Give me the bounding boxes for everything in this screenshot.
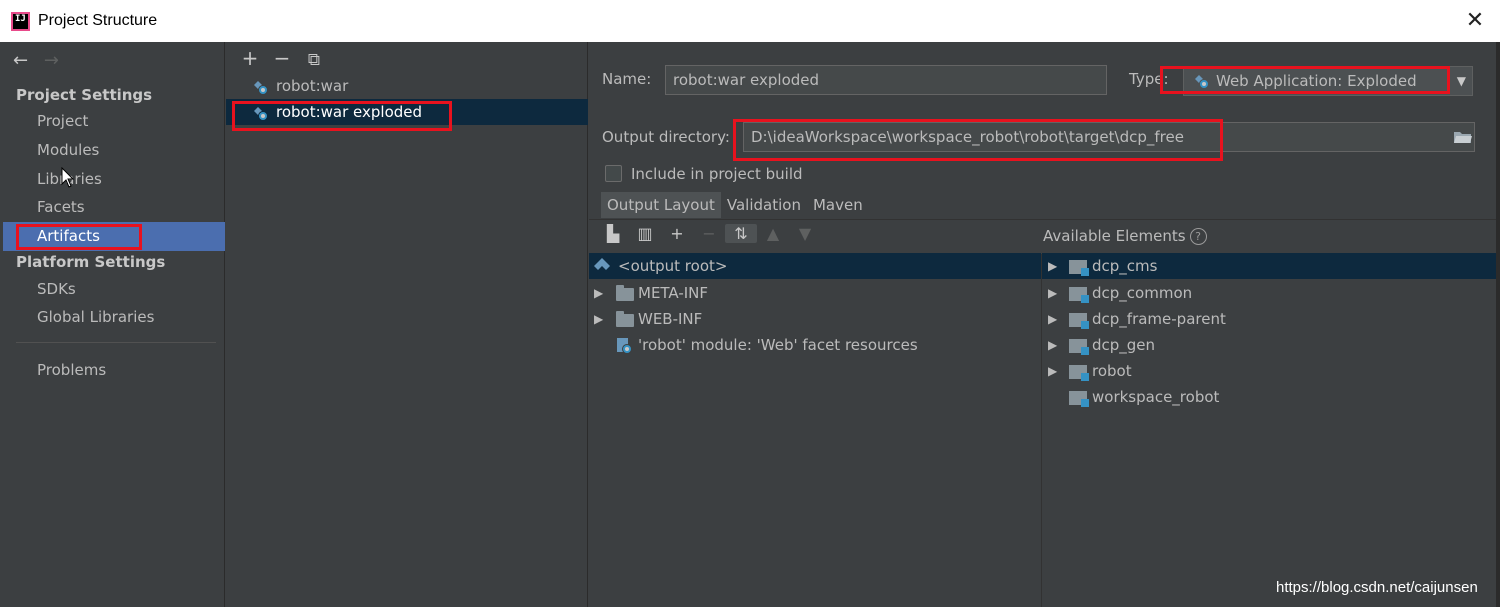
artifact-item-robot-war[interactable]: robot:war [226,73,588,99]
include-in-build-label: Include in project build [631,165,803,183]
expand-arrow-icon[interactable]: ▶ [1048,358,1060,384]
artifact-type-dropdown[interactable]: Web Application: Exploded ▼ [1183,66,1473,96]
artifact-name-field[interactable]: robot:war exploded [665,65,1107,95]
window-edge [1496,42,1500,607]
output-directory-label: Output directory: [602,128,730,146]
name-label: Name: [602,70,652,88]
forward-arrow-icon: → [43,50,59,71]
move-up-icon: ▲ [766,224,780,243]
expand-arrow-icon[interactable]: ▶ [594,280,606,306]
tab-validation[interactable]: Validation [721,192,807,218]
tab-maven[interactable]: Maven [807,192,869,218]
tree-label: robot [1092,362,1132,380]
tree-label: 'robot' module: 'Web' facet resources [638,336,918,354]
nav-item-modules[interactable]: Modules [3,136,225,165]
folder-icon [616,285,634,301]
artifact-label: robot:war [276,77,349,95]
tree-label: <output root> [618,257,728,275]
close-button[interactable]: ✕ [1462,6,1488,36]
tree-label: workspace_robot [1092,388,1220,406]
move-down-icon: ▼ [798,224,812,243]
tree-label: WEB-INF [638,310,703,328]
available-row-dcp-cms[interactable]: ▶ dcp_cms [1042,253,1496,279]
nav-item-libraries[interactable]: Libraries [3,165,225,194]
copy-artifact-button[interactable]: ⧉ [298,50,330,70]
web-artifact-icon [254,107,268,121]
nav-item-project[interactable]: Project [3,107,225,136]
intellij-app-icon: IJ [11,12,30,31]
module-folder-icon [1069,365,1089,381]
expand-arrow-icon[interactable]: ▶ [1048,280,1060,306]
nav-item-global-libraries[interactable]: Global Libraries [3,303,225,332]
layout-row-web-facet[interactable]: 'robot' module: 'Web' facet resources [589,332,1041,358]
expand-arrow-icon[interactable]: ▶ [1048,253,1060,279]
nav-divider [16,342,216,343]
module-folder-icon [1069,339,1089,355]
available-row-dcp-gen[interactable]: ▶ dcp_gen [1042,332,1496,358]
module-folder-icon [1069,391,1089,407]
tree-label: dcp_cms [1092,257,1158,275]
add-artifact-button[interactable]: + [234,46,266,70]
output-directory-field[interactable]: D:\ideaWorkspace\workspace_robot\robot\t… [743,122,1475,152]
nav-item-sdks[interactable]: SDKs [3,275,225,304]
mouse-cursor-icon [61,167,75,188]
tree-label: dcp_common [1092,284,1193,302]
nav-item-problems[interactable]: Problems [3,356,225,385]
output-layout-toolbar: ▙ ▥ + − ⇅ ▲ ▼ [597,224,821,252]
artifacts-toolbar: + − ⧉ [234,46,330,70]
chevron-down-icon: ▼ [1456,74,1466,88]
available-row-workspace-robot[interactable]: workspace_robot [1042,384,1496,410]
web-artifact-icon [1195,75,1209,89]
available-row-dcp-common[interactable]: ▶ dcp_common [1042,280,1496,306]
nav-item-facets[interactable]: Facets [3,193,225,222]
remove-element-icon: − [702,224,716,243]
available-row-robot[interactable]: ▶ robot [1042,358,1496,384]
project-settings-heading: Project Settings [16,86,153,104]
sort-alphabetically-icon[interactable]: ⇅ [725,224,757,243]
settings-nav: ← → Project Settings Project Modules Lib… [3,42,225,607]
window-title-bar: IJ Project Structure ✕ [0,0,1500,42]
type-label: Type: [1129,70,1169,88]
artifact-config-panel: Name: robot:war exploded Type: Web Appli… [589,42,1496,607]
nav-item-artifacts[interactable]: Artifacts [3,222,225,251]
layout-row-output-root[interactable]: <output root> [589,253,1041,279]
include-in-build-checkbox[interactable] [605,165,622,182]
folder-icon [616,311,634,327]
artifact-type-value: Web Application: Exploded [1216,72,1417,90]
tree-label: dcp_gen [1092,336,1156,354]
artifact-item-robot-war-exploded[interactable]: robot:war exploded [226,99,588,125]
expand-arrow-icon[interactable]: ▶ [594,306,606,332]
available-row-dcp-frame-parent[interactable]: ▶ dcp_frame-parent [1042,306,1496,332]
browse-folder-icon[interactable] [1454,130,1472,144]
module-folder-icon [1069,313,1089,329]
tab-output-layout[interactable]: Output Layout [601,192,721,218]
add-copy-icon[interactable]: + [661,224,693,243]
artifacts-list-panel: + − ⧉ robot:war robot:war exploded [226,42,588,607]
expand-arrow-icon[interactable]: ▶ [1048,306,1060,332]
config-tabs: Output Layout Validation Maven [601,192,869,218]
create-archive-icon[interactable]: ▥ [629,224,661,243]
module-folder-icon [1069,287,1089,303]
available-elements-title: Available Elements? [1043,227,1207,245]
expand-arrow-icon[interactable]: ▶ [1048,332,1060,358]
layout-row-meta-inf[interactable]: ▶ META-INF [589,280,1041,306]
help-icon[interactable]: ? [1189,228,1207,245]
layout-row-web-inf[interactable]: ▶ WEB-INF [589,306,1041,332]
tree-label: META-INF [638,284,709,302]
web-facet-icon [617,338,632,354]
platform-settings-heading: Platform Settings [16,253,166,271]
artifact-label: robot:war exploded [276,103,423,121]
tree-label: dcp_frame-parent [1092,310,1226,328]
nav-arrows: ← → [13,50,59,71]
web-artifact-icon [254,81,268,95]
back-arrow-icon[interactable]: ← [13,50,28,71]
module-folder-icon [1069,260,1089,276]
tab-divider [589,219,1496,220]
new-directory-icon[interactable]: ▙ [597,224,629,243]
watermark-text: https://blog.csdn.net/caijunsen [1276,579,1478,596]
remove-artifact-button[interactable]: − [266,46,298,70]
web-artifact-icon [594,258,610,270]
window-title: Project Structure [38,12,158,29]
